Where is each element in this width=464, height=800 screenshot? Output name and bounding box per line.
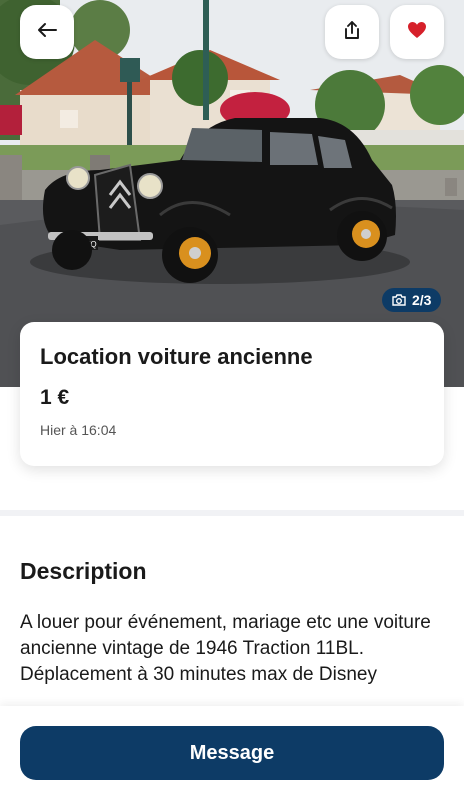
listing-title: Location voiture ancienne (40, 344, 313, 369)
section-divider (0, 510, 464, 516)
photo-counter: 2/3 (382, 288, 442, 312)
description-heading: Description (20, 558, 147, 584)
listing-date: Hier à 16:04 (40, 422, 117, 438)
camera-icon (392, 294, 406, 306)
message-button[interactable]: Message (20, 726, 444, 780)
bottom-action-bar: Message (0, 706, 464, 800)
description-text: A louer pour événement, mariage etc une … (20, 612, 431, 685)
photo-counter-text: 2/3 (412, 292, 432, 308)
share-button[interactable] (325, 5, 379, 59)
arrow-left-icon (37, 22, 57, 43)
back-button[interactable] (20, 5, 74, 59)
heart-icon (407, 21, 427, 44)
listing-price: 1 € (40, 386, 70, 409)
favorite-button[interactable] (390, 5, 444, 59)
listing-info-card: Location voiture ancienne 1 € Hier à 16:… (20, 322, 444, 466)
share-icon (343, 20, 361, 45)
